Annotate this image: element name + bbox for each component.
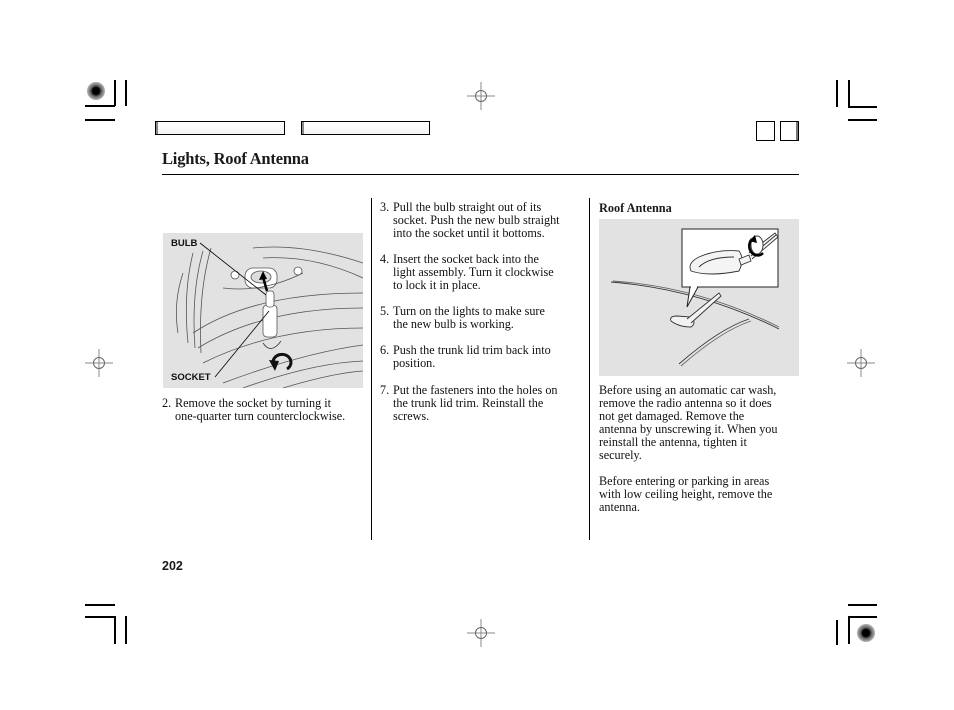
bulb-label: BULB bbox=[171, 238, 198, 249]
crop-line bbox=[848, 604, 877, 606]
crop-line bbox=[125, 80, 127, 106]
crop-line bbox=[85, 105, 115, 107]
registration-target-icon bbox=[87, 82, 105, 100]
step-text: Put the fasteners into the holes on the … bbox=[393, 384, 558, 423]
step-text: Pull the bulb straight out of its socket… bbox=[393, 201, 560, 240]
roof-antenna-illustration-icon bbox=[610, 228, 780, 367]
crop-line bbox=[848, 616, 877, 618]
crop-line bbox=[125, 616, 127, 644]
step-text: Insert the socket back into the light as… bbox=[393, 253, 554, 292]
step-number: 2. bbox=[162, 396, 172, 410]
crop-line bbox=[848, 80, 850, 107]
socket-label: SOCKET bbox=[171, 372, 211, 383]
crop-line bbox=[85, 616, 115, 618]
step-text: Push the trunk lid trim back into positi… bbox=[393, 344, 551, 370]
low-ceiling-paragraph: Before entering or parking in areas with… bbox=[599, 475, 772, 514]
paragraph-line: antenna. bbox=[599, 500, 640, 514]
step-text: Turn on the lights to make sure the new … bbox=[393, 305, 545, 331]
paragraph-line: securely. bbox=[599, 448, 642, 462]
crosshair-icon bbox=[85, 349, 113, 377]
roof-antenna-figure bbox=[599, 219, 799, 376]
step-line: position. bbox=[393, 356, 436, 370]
step-number: 3. bbox=[380, 200, 390, 214]
step-number: 7. bbox=[380, 383, 390, 397]
step-number: 5. bbox=[380, 304, 390, 318]
crop-line bbox=[114, 616, 116, 644]
step-line: to lock it in place. bbox=[393, 278, 481, 292]
step-line: screws. bbox=[393, 409, 430, 423]
crop-line bbox=[836, 620, 838, 645]
crosshair-icon bbox=[847, 349, 875, 377]
bulb-socket-illustration-icon bbox=[175, 242, 363, 388]
step-number: 6. bbox=[380, 343, 390, 357]
step-line: the new bulb is working. bbox=[393, 317, 514, 331]
crop-line bbox=[836, 80, 838, 107]
crosshair-icon bbox=[467, 619, 495, 647]
page-title: Lights, Roof Antenna bbox=[162, 149, 309, 168]
nav-box-prev[interactable] bbox=[756, 121, 775, 141]
column-divider bbox=[371, 198, 372, 540]
step-text: Remove the socket by turning it one-quar… bbox=[175, 397, 345, 423]
bulb-socket-figure: BULB SOCKET bbox=[163, 233, 363, 388]
nav-box-main-menu[interactable] bbox=[155, 121, 285, 135]
column-divider bbox=[589, 198, 590, 540]
crop-line bbox=[848, 119, 877, 121]
step-number: 4. bbox=[380, 252, 390, 266]
registration-target-icon bbox=[857, 624, 875, 642]
car-wash-paragraph: Before using an automatic car wash, remo… bbox=[599, 384, 777, 462]
crosshair-icon bbox=[467, 82, 495, 110]
crop-line bbox=[848, 106, 877, 108]
step-line: into the socket until it bottoms. bbox=[393, 226, 545, 240]
crop-line bbox=[85, 119, 115, 121]
crop-line bbox=[85, 604, 115, 606]
nav-box-index[interactable] bbox=[301, 121, 430, 135]
page-number: 202 bbox=[162, 559, 183, 573]
nav-box-next[interactable] bbox=[780, 121, 799, 141]
step-line: one-quarter turn counterclockwise. bbox=[175, 409, 346, 423]
roof-antenna-heading: Roof Antenna bbox=[599, 201, 672, 215]
title-rule bbox=[162, 174, 799, 175]
crop-line bbox=[848, 616, 850, 644]
crop-line bbox=[114, 80, 116, 106]
